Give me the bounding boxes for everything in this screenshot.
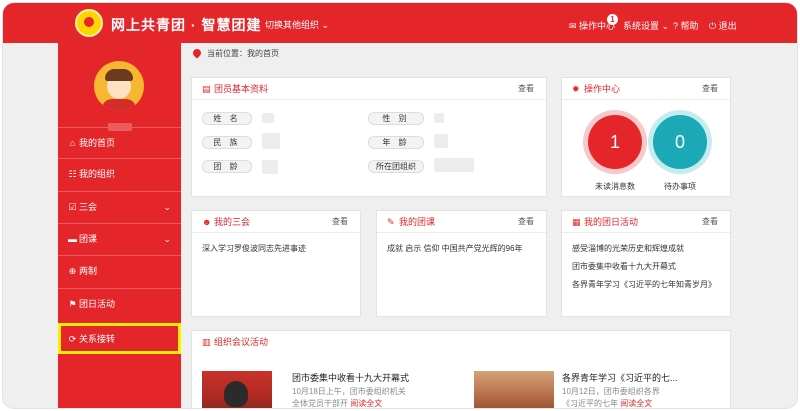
news-title[interactable]: 各界青年学习《习近平的七...	[562, 371, 678, 384]
read-more-link[interactable]: 阅读全文	[350, 399, 382, 408]
people-icon: ☻	[202, 217, 212, 227]
redacted-value	[262, 133, 280, 149]
field-label-age: 年 龄	[368, 136, 424, 149]
breadcrumb: 当前位置：我的首页	[191, 47, 279, 59]
my-sanhui-title: 我的三会	[214, 217, 251, 227]
sidebar: ⌂ 我的首页 ☷ 我的组织 ☑ 三会 ⌄ ▬ 团课 ⌄ ⊕ 两制 ⚑ 团日活动 ⟳ 关系接转	[58, 43, 181, 408]
chevron-down-icon: ⌄	[163, 234, 171, 244]
field-label-league-age: 团 龄	[202, 160, 252, 173]
location-pin-icon	[191, 47, 203, 59]
my-tuanri-title: 我的团日活动	[584, 217, 639, 227]
ops-center-view-link[interactable]: 查看	[702, 78, 718, 100]
news-summary: 10月18日上午，团市委组织机关	[292, 387, 406, 396]
sidebar-item-sanhui[interactable]: ☑ 三会 ⌄	[58, 191, 181, 222]
news-title[interactable]: 团市委集中收看十九大开幕式	[292, 371, 409, 384]
sidebar-item-relation-transfer[interactable]: ⟳ 关系接转	[58, 323, 181, 354]
sidebar-item-tuanri[interactable]: ⚑ 团日活动	[58, 288, 181, 319]
unread-count-circle[interactable]: 1	[588, 115, 642, 169]
logout-link[interactable]: ⏻ 退出	[709, 19, 737, 32]
sidebar-item-home[interactable]: ⌂ 我的首页	[58, 127, 181, 158]
redacted-value	[434, 113, 444, 123]
list-item[interactable]: 各界青年学习《习近平的七年知青岁月》	[572, 279, 716, 290]
sidebar-item-my-org[interactable]: ☷ 我的组织	[58, 158, 181, 189]
switch-org-dropdown[interactable]: 切换其他组织 ⌄	[265, 18, 329, 31]
redacted-value	[434, 134, 448, 148]
my-tuanke-card: ✎ 我的团课 查看 成就 启示 信仰 中国共产党光辉的96年	[376, 210, 547, 317]
my-tuanri-card: ▦ 我的团日活动 查看 感受淄博的光荣历史和辉煌成就 团市委集中收看十九大开幕式 …	[561, 210, 731, 317]
field-label-league-org: 所在团组织	[368, 160, 424, 173]
league-logo-icon	[75, 9, 103, 37]
gear-icon: ✹	[572, 84, 580, 94]
member-info-card: ▤ 团员基本资料 查看 姓 名 性 别 民 族 年 龄 团 龄 所在团组织	[191, 77, 547, 197]
ops-center-title: 操作中心	[584, 84, 621, 94]
id-card-icon: ▤	[202, 84, 211, 94]
field-label-gender: 性 别	[368, 112, 424, 125]
folder-icon: ▬	[68, 234, 77, 244]
news-summary: 全体党员干部开 阅读全文	[292, 399, 383, 408]
news-thumbnail[interactable]	[474, 371, 554, 408]
ops-center-badge: 1	[607, 14, 618, 25]
app-window: 网上共青团 · 智慧团建 切换其他组织 ⌄ ✉ 操作中心 1 系统设置 ⌄ ? …	[2, 2, 798, 409]
news-summary: 《习近平的七年 阅读全文	[562, 399, 653, 408]
chart-icon: ▥	[202, 337, 211, 347]
redacted-value	[262, 160, 278, 174]
ops-center-card: ✹ 操作中心 查看 1 0 未读消息数 待办事项	[561, 77, 731, 197]
refresh-icon: ⟳	[68, 334, 77, 344]
todo-count-label: 待办事项	[664, 182, 696, 191]
home-icon: ⌂	[69, 138, 76, 148]
list-item[interactable]: 团市委集中收看十九大开幕式	[572, 261, 676, 272]
list-item[interactable]: 深入学习罗俊波同志先进事迹	[202, 243, 306, 254]
field-label-ethnicity: 民 族	[202, 136, 252, 149]
redacted-value	[434, 158, 474, 172]
chevron-down-icon: ⌄	[163, 202, 171, 212]
my-tuanke-title: 我的团课	[399, 217, 436, 227]
field-label-name: 姓 名	[202, 112, 252, 125]
todo-count-circle[interactable]: 0	[653, 115, 707, 169]
user-avatar[interactable]	[94, 61, 144, 111]
sidebar-item-tuanke[interactable]: ▬ 团课 ⌄	[58, 223, 181, 254]
my-tuanri-view-link[interactable]: 查看	[702, 211, 718, 233]
redacted-value	[262, 113, 274, 123]
org-meeting-title: 组织会议活动	[214, 337, 269, 347]
calendar-icon: ▦	[572, 217, 581, 227]
list-item[interactable]: 感受淄博的光荣历史和辉煌成就	[572, 243, 684, 254]
top-header: 网上共青团 · 智慧团建 切换其他组织 ⌄ ✉ 操作中心 1 系统设置 ⌄ ? …	[3, 3, 797, 43]
news-summary: 10月12日，团市委组织各界	[562, 387, 660, 396]
my-sanhui-view-link[interactable]: 查看	[332, 211, 348, 233]
org-icon: ☷	[68, 169, 77, 179]
system-settings-dropdown[interactable]: 系统设置 ⌄	[623, 19, 669, 32]
my-tuanke-view-link[interactable]: 查看	[518, 211, 534, 233]
org-meeting-card: ▥ 组织会议活动 团市委集中收看十九大开幕式 10月18日上午，团市委组织机关 全…	[191, 330, 731, 408]
plus-circle-icon: ⊕	[68, 266, 77, 276]
member-info-view-link[interactable]: 查看	[518, 78, 534, 100]
sidebar-item-liangzhi[interactable]: ⊕ 两制	[58, 255, 181, 286]
checkbox-icon: ☑	[68, 202, 77, 212]
member-info-title: 团员基本资料	[214, 84, 269, 94]
read-more-link[interactable]: 阅读全文	[620, 399, 652, 408]
pencil-icon: ✎	[387, 217, 395, 227]
flag-icon: ⚑	[68, 299, 77, 309]
list-item[interactable]: 成就 启示 信仰 中国共产党光辉的96年	[387, 243, 523, 254]
help-link[interactable]: ? 帮助	[673, 19, 699, 32]
site-title: 网上共青团 · 智慧团建	[111, 17, 262, 33]
my-sanhui-card: ☻ 我的三会 查看 深入学习罗俊波同志先进事迹	[191, 210, 361, 317]
news-thumbnail[interactable]	[202, 371, 272, 408]
